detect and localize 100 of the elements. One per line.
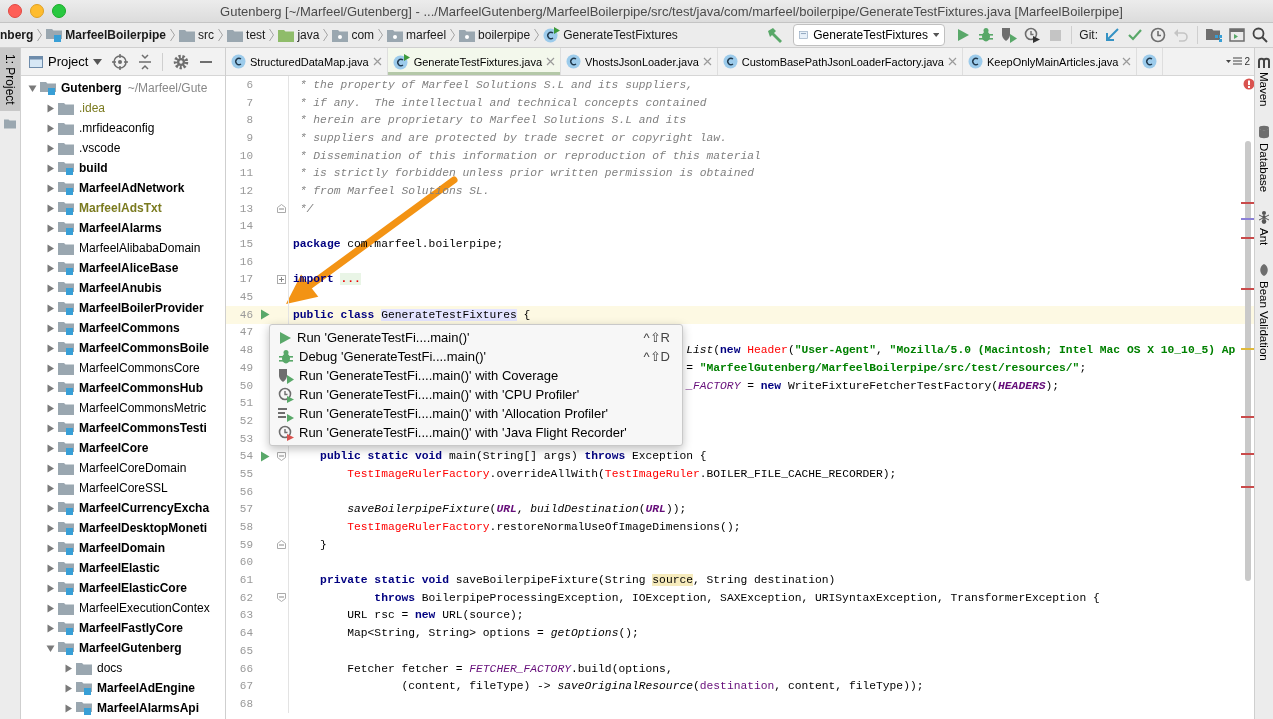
breadcrumb[interactable]: GenerateTestFixtures: [543, 27, 678, 43]
tool-window-tab[interactable]: Bean Validation: [1258, 281, 1270, 361]
hammer-icon[interactable]: [766, 27, 784, 43]
tree-item[interactable]: MarfeelGutenberg: [21, 638, 225, 658]
collapsed-arrow-icon[interactable]: [45, 243, 55, 253]
tree-item[interactable]: MarfeelCoreSSL: [21, 478, 225, 498]
menu-item[interactable]: Debug 'GenerateTestFi....main()' ^⇧D: [270, 347, 682, 366]
tab-overflow-button[interactable]: 2: [1226, 48, 1254, 75]
collapsed-arrow-icon[interactable]: [45, 543, 55, 553]
collapsed-arrow-icon[interactable]: [45, 583, 55, 593]
collapse-icon[interactable]: [138, 53, 153, 70]
collapsed-arrow-icon[interactable]: [45, 603, 55, 613]
play-icon[interactable]: [260, 309, 270, 321]
fold-icon[interactable]: [276, 540, 286, 550]
editor-tab[interactable]: GenerateTestFixtures.java: [387, 48, 561, 75]
expanded-arrow-icon[interactable]: [27, 83, 37, 93]
fold-icon[interactable]: [276, 204, 286, 214]
zoom-button[interactable]: [52, 4, 66, 18]
collapsed-arrow-icon[interactable]: [45, 163, 55, 173]
run-config-dropdown[interactable]: GenerateTestFixtures: [793, 24, 946, 46]
tree-item[interactable]: MarfeelAdNetwork: [21, 178, 225, 198]
collapsed-arrow-icon[interactable]: [45, 263, 55, 273]
tree-item[interactable]: MarfeelCommonsHub: [21, 378, 225, 398]
expanded-arrow-icon[interactable]: [45, 643, 55, 653]
close-button[interactable]: [8, 4, 22, 18]
menu-item[interactable]: Run 'GenerateTestFi....main()' ^⇧R: [270, 328, 682, 347]
editor-tab[interactable]: CustomBasePathJsonLoaderFactory.java: [717, 48, 963, 75]
breadcrumb[interactable]: marfeel: [387, 28, 447, 42]
tree-item[interactable]: MarfeelDesktopMoneti: [21, 518, 225, 538]
tree-item[interactable]: MarfeelCore: [21, 438, 225, 458]
collapsed-arrow-icon[interactable]: [45, 143, 55, 153]
menu-item[interactable]: Run 'GenerateTestFi....main()' with 'Allocation Profiler': [270, 404, 682, 423]
breadcrumb[interactable]: MarfeelBoilerpipe: [46, 28, 167, 42]
breadcrumb[interactable]: boilerpipe: [459, 28, 531, 42]
tree-item[interactable]: MarfeelCommonsCore: [21, 358, 225, 378]
check-icon[interactable]: [1127, 27, 1143, 43]
tree-item[interactable]: MarfeelAlibabaDomain: [21, 238, 225, 258]
collapsed-arrow-icon[interactable]: [63, 703, 73, 713]
collapsed-arrow-icon[interactable]: [45, 483, 55, 493]
collapsed-arrow-icon[interactable]: [45, 403, 55, 413]
editor-tab[interactable]: StructuredDataMap.java: [226, 48, 388, 75]
tree-item[interactable]: docs: [21, 658, 225, 678]
collapsed-arrow-icon[interactable]: [45, 343, 55, 353]
collapsed-arrow-icon[interactable]: [45, 103, 55, 113]
error-icon[interactable]: [1243, 78, 1254, 90]
collapsed-arrow-icon[interactable]: [45, 223, 55, 233]
tree-item[interactable]: MarfeelElasticCore: [21, 578, 225, 598]
collapsed-arrow-icon[interactable]: [45, 463, 55, 473]
collapsed-arrow-icon[interactable]: [45, 443, 55, 453]
collapsed-arrow-icon[interactable]: [45, 423, 55, 433]
tree-item[interactable]: MarfeelCommonsBoile: [21, 338, 225, 358]
breadcrumb[interactable]: src: [179, 28, 215, 42]
tree-item[interactable]: .vscode: [21, 138, 225, 158]
tree-item[interactable]: build: [21, 158, 225, 178]
fold-icon[interactable]: [276, 274, 286, 284]
collapsed-arrow-icon[interactable]: [45, 523, 55, 533]
tool-window-tab[interactable]: Ant: [1258, 227, 1270, 246]
tree-item[interactable]: MarfeelCommonsTesti: [21, 418, 225, 438]
collapsed-arrow-icon[interactable]: [63, 683, 73, 693]
tree-item[interactable]: .mrfideaconfig: [21, 118, 225, 138]
scrollbar-thumb[interactable]: [1245, 141, 1251, 581]
clock-icon[interactable]: [1150, 27, 1166, 43]
crosshair-icon[interactable]: [112, 53, 129, 70]
window-icon[interactable]: [1229, 27, 1245, 43]
collapsed-arrow-icon[interactable]: [45, 123, 55, 133]
menu-item[interactable]: Run 'GenerateTestFi....main()' with 'Java Flight Recorder': [270, 423, 682, 442]
tree-item[interactable]: MarfeelAlarms: [21, 218, 225, 238]
editor-tab[interactable]: KeepOnlyMainArticles.java: [962, 48, 1138, 75]
collapsed-arrow-icon[interactable]: [45, 203, 55, 213]
collapsed-arrow-icon[interactable]: [45, 283, 55, 293]
breadcrumb[interactable]: java: [278, 28, 320, 42]
menu-item[interactable]: Run 'GenerateTestFi....main()' with Coverage: [270, 366, 682, 385]
arrow-icon[interactable]: [1104, 27, 1120, 43]
collapsed-arrow-icon[interactable]: [45, 183, 55, 193]
collapsed-arrow-icon[interactable]: [45, 363, 55, 373]
collapsed-arrow-icon[interactable]: [45, 503, 55, 513]
tree-item[interactable]: MarfeelBoilerProvider: [21, 298, 225, 318]
view-selector[interactable]: Project: [29, 54, 103, 69]
editor-tab[interactable]: VhostsJsonLoader.java: [561, 48, 718, 75]
tree-item[interactable]: MarfeelCurrencyExcha: [21, 498, 225, 518]
gear-icon[interactable]: [173, 53, 190, 70]
tree-item[interactable]: MarfeelAdEngine: [21, 678, 225, 698]
collapsed-arrow-icon[interactable]: [45, 623, 55, 633]
tree-item[interactable]: MarfeelAliceBase: [21, 258, 225, 278]
breadcrumb[interactable]: test: [227, 28, 266, 42]
tree-item[interactable]: MarfeelDomain: [21, 538, 225, 558]
collapsed-arrow-icon[interactable]: [63, 663, 73, 673]
tree-item[interactable]: .idea: [21, 98, 225, 118]
tree-item[interactable]: MarfeelElastic: [21, 558, 225, 578]
close-icon[interactable]: [546, 57, 555, 66]
close-icon[interactable]: [1122, 57, 1132, 66]
play-icon[interactable]: [260, 450, 270, 462]
tool-window-tab[interactable]: Maven: [1258, 72, 1270, 107]
folder-grid-icon[interactable]: [1206, 27, 1222, 43]
clock-play-icon[interactable]: [1024, 27, 1041, 43]
tree-item[interactable]: MarfeelCommonsMetric: [21, 398, 225, 418]
collapsed-arrow-icon[interactable]: [45, 383, 55, 393]
fold-icon[interactable]: [276, 451, 286, 461]
tree-item[interactable]: MarfeelAlarmsApi: [21, 698, 225, 718]
tool-window-tab[interactable]: Database: [1258, 142, 1270, 192]
